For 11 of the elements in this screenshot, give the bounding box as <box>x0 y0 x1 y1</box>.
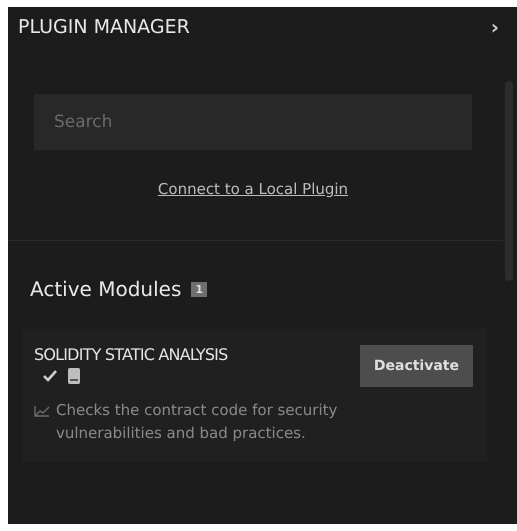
module-name: SOLIDITY STATIC ANALYSIS <box>34 345 228 364</box>
panel-title: PLUGIN MANAGER <box>18 16 190 38</box>
local-plugin-link[interactable]: Connect to a Local Plugin <box>158 180 348 198</box>
book-icon <box>68 368 80 384</box>
count-badge: 1 <box>191 282 208 296</box>
module-description: Checks the contract code for security vulnerabilities and bad practices. <box>56 400 338 444</box>
collapse-button[interactable]: › <box>486 15 503 39</box>
chart-icon <box>34 405 50 417</box>
search-field[interactable]: Search <box>34 94 472 150</box>
deactivate-button[interactable]: Deactivate <box>360 345 473 387</box>
section-title: Active Modules <box>30 277 182 301</box>
